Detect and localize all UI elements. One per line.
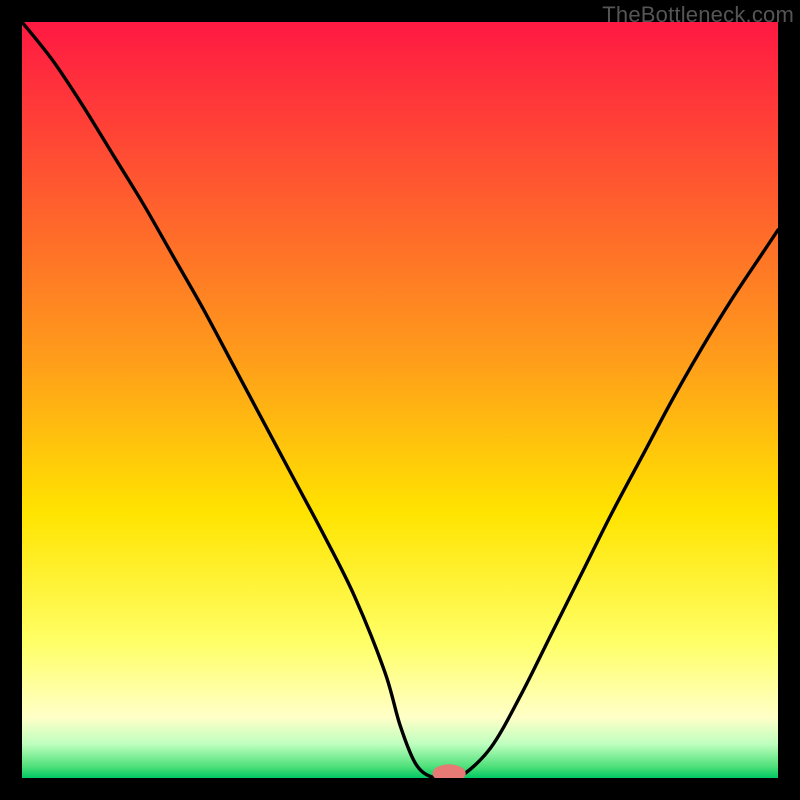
- chart-svg: [22, 22, 778, 778]
- watermark-text: TheBottleneck.com: [602, 2, 794, 28]
- chart-background-gradient: [22, 22, 778, 778]
- chart-plot-area: [22, 22, 778, 778]
- chart-frame: TheBottleneck.com: [0, 0, 800, 800]
